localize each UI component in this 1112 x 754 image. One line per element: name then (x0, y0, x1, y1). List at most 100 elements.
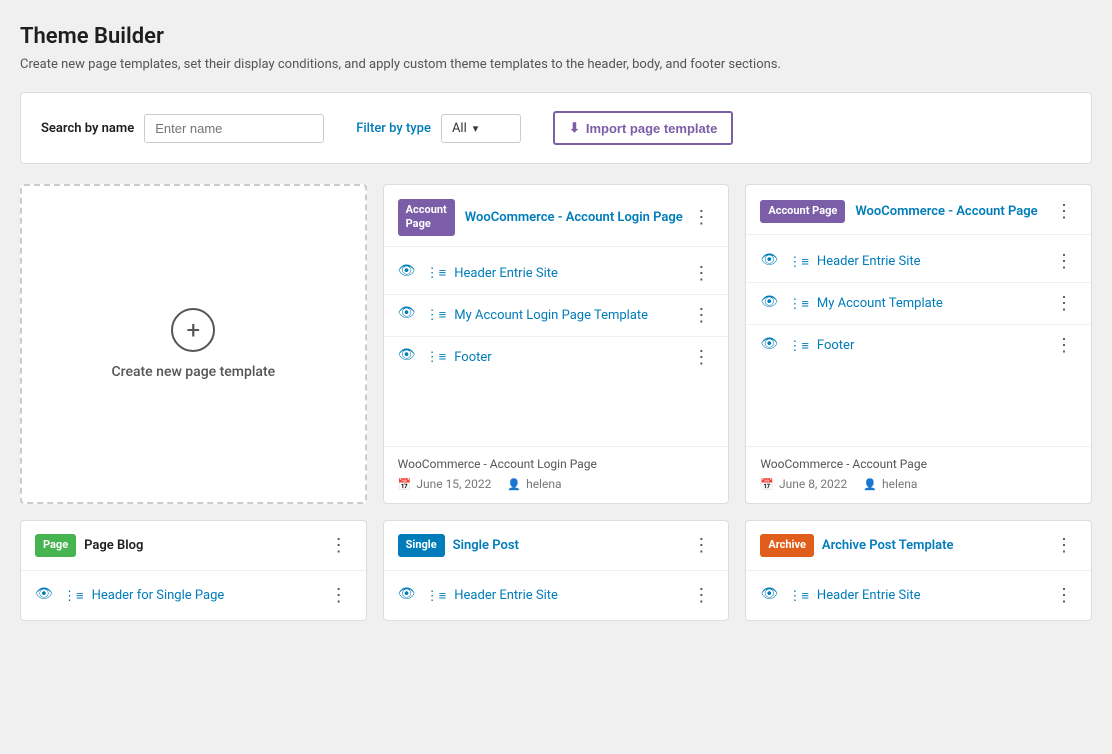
editor-icon: ⋮≡ (788, 296, 809, 312)
template-items-archive-post: 👁 ⋮≡ Header Entrie Site ⋮ (746, 571, 1091, 620)
eye-icon[interactable]: 👁 (760, 586, 780, 606)
template-card-single-post: Single Single Post ⋮ 👁 ⋮≡ Header Entrie … (383, 520, 730, 621)
template-item: 👁 ⋮≡ Header for Single Page ⋮ (21, 575, 366, 616)
template-items-single-post: 👁 ⋮≡ Header Entrie Site ⋮ (384, 571, 729, 620)
filter-type-select[interactable]: All ▾ (441, 114, 521, 143)
card-footer-title: WooCommerce - Account Login Page (398, 457, 715, 471)
card-header-single-post: Single Single Post ⋮ (384, 521, 729, 571)
card-menu-single-post[interactable]: ⋮ (688, 533, 714, 558)
eye-icon[interactable]: 👁 (760, 336, 780, 356)
user-icon: 👤 (863, 478, 877, 491)
card-date: June 15, 2022 (416, 477, 491, 491)
template-items-woo-account: 👁 ⋮≡ Header Entrie Site ⋮ 👁 ⋮≡ My Accoun… (746, 235, 1091, 446)
item-menu-header-entrie-3[interactable]: ⋮ (1051, 583, 1077, 608)
template-item: 👁 ⋮≡ Footer ⋮ (746, 325, 1091, 366)
eye-icon[interactable]: 👁 (760, 252, 780, 272)
badge-page: Page (35, 534, 76, 556)
item-menu-footer-1[interactable]: ⋮ (688, 345, 714, 370)
card-footer-woo-account: WooCommerce - Account Page 📅 June 8, 202… (746, 446, 1091, 503)
card-title-archive-post[interactable]: Archive Post Template (822, 538, 954, 553)
editor-icon: ⋮≡ (426, 588, 447, 604)
chevron-down-icon: ▾ (473, 122, 479, 135)
card-title-page-blog[interactable]: Page Blog (84, 538, 143, 553)
template-item: 👁 ⋮≡ Header Entrie Site ⋮ (746, 575, 1091, 616)
item-menu-header[interactable]: ⋮ (688, 261, 714, 286)
editor-icon: ⋮≡ (788, 338, 809, 354)
template-item: 👁 ⋮≡ My Account Login Page Template ⋮ (384, 295, 729, 337)
eye-icon[interactable]: 👁 (398, 347, 418, 367)
item-name-header[interactable]: Header Entrie Site (454, 266, 558, 281)
download-icon: ⬇ (569, 120, 580, 136)
card-menu-woo-account[interactable]: ⋮ (1051, 199, 1077, 224)
calendar-icon: 📅 (398, 478, 412, 491)
eye-icon[interactable]: 👁 (35, 586, 55, 606)
template-item: 👁 ⋮≡ My Account Template ⋮ (746, 283, 1091, 325)
search-input[interactable] (144, 114, 324, 143)
editor-icon: ⋮≡ (63, 588, 84, 604)
filter-label: Filter by type (356, 121, 431, 136)
item-name-footer-1[interactable]: Footer (454, 350, 491, 365)
item-menu-my-account-template[interactable]: ⋮ (1051, 291, 1077, 316)
card-author: helena (882, 477, 917, 491)
template-card-page-blog: Page Page Blog ⋮ 👁 ⋮≡ Header for Single … (20, 520, 367, 621)
item-menu-header-entrie[interactable]: ⋮ (1051, 249, 1077, 274)
editor-icon: ⋮≡ (788, 588, 809, 604)
template-items-page-blog: 👁 ⋮≡ Header for Single Page ⋮ (21, 571, 366, 620)
template-item: 👁 ⋮≡ Footer ⋮ (384, 337, 729, 378)
item-menu-my-account-login[interactable]: ⋮ (688, 303, 714, 328)
create-new-card[interactable]: + Create new page template (20, 184, 367, 504)
eye-icon[interactable]: 👁 (760, 294, 780, 314)
page-subtitle: Create new page templates, set their dis… (20, 57, 1092, 72)
item-name-footer-2[interactable]: Footer (817, 338, 854, 353)
editor-icon: ⋮≡ (426, 349, 447, 365)
item-menu-footer-2[interactable]: ⋮ (1051, 333, 1077, 358)
item-menu-header-single[interactable]: ⋮ (326, 583, 352, 608)
badge-account-page: Account Page (760, 200, 845, 222)
card-header-woo-login: AccountPage WooCommerce - Account Login … (384, 185, 729, 247)
plus-icon: + (171, 308, 215, 352)
cards-grid: + Create new page template AccountPage W… (20, 184, 1092, 621)
card-header-page-blog: Page Page Blog ⋮ (21, 521, 366, 571)
search-label: Search by name (41, 121, 134, 136)
card-menu-archive-post[interactable]: ⋮ (1051, 533, 1077, 558)
item-menu-header-entrie-2[interactable]: ⋮ (688, 583, 714, 608)
badge-archive: Archive (760, 534, 814, 556)
eye-icon[interactable]: 👁 (398, 263, 418, 283)
card-footer-title: WooCommerce - Account Page (760, 457, 1077, 471)
badge-single: Single (398, 534, 445, 556)
template-card-archive-post: Archive Archive Post Template ⋮ 👁 ⋮≡ Hea… (745, 520, 1092, 621)
item-name-header-entrie[interactable]: Header Entrie Site (817, 254, 921, 269)
badge-account-login: AccountPage (398, 199, 455, 236)
template-item: 👁 ⋮≡ Header Entrie Site ⋮ (384, 575, 729, 616)
item-name-header-entrie-3[interactable]: Header Entrie Site (817, 588, 921, 603)
eye-icon[interactable]: 👁 (398, 586, 418, 606)
card-header-woo-account: Account Page WooCommerce - Account Page … (746, 185, 1091, 235)
card-author: helena (526, 477, 561, 491)
card-header-archive-post: Archive Archive Post Template ⋮ (746, 521, 1091, 571)
calendar-icon: 📅 (760, 478, 774, 491)
item-name-my-account-login[interactable]: My Account Login Page Template (454, 308, 648, 323)
template-items-woo-login: 👁 ⋮≡ Header Entrie Site ⋮ 👁 ⋮≡ My Accoun… (384, 247, 729, 446)
editor-icon: ⋮≡ (788, 254, 809, 270)
user-icon: 👤 (507, 478, 521, 491)
import-page-template-button[interactable]: ⬇ Import page template (553, 111, 733, 145)
card-date: June 8, 2022 (779, 477, 847, 491)
editor-icon: ⋮≡ (426, 265, 447, 281)
filter-bar: Search by name Filter by type All ▾ ⬇ Im… (20, 92, 1092, 164)
template-card-woo-account: Account Page WooCommerce - Account Page … (745, 184, 1092, 504)
item-name-header-entrie-2[interactable]: Header Entrie Site (454, 588, 558, 603)
filter-section: Filter by type All ▾ (356, 114, 521, 143)
card-menu-woo-login[interactable]: ⋮ (688, 205, 714, 230)
search-section: Search by name (41, 114, 324, 143)
item-name-my-account-template[interactable]: My Account Template (817, 296, 943, 311)
item-name-header-single[interactable]: Header for Single Page (92, 588, 225, 603)
page-title: Theme Builder (20, 24, 1092, 49)
card-title-woo-account[interactable]: WooCommerce - Account Page (855, 204, 1037, 219)
card-menu-page-blog[interactable]: ⋮ (326, 533, 352, 558)
card-title-woo-login[interactable]: WooCommerce - Account Login Page (465, 210, 683, 225)
template-item: 👁 ⋮≡ Header Entrie Site ⋮ (384, 253, 729, 295)
card-title-single-post[interactable]: Single Post (453, 538, 519, 553)
create-card-label: Create new page template (112, 364, 276, 380)
editor-icon: ⋮≡ (426, 307, 447, 323)
eye-icon[interactable]: 👁 (398, 305, 418, 325)
